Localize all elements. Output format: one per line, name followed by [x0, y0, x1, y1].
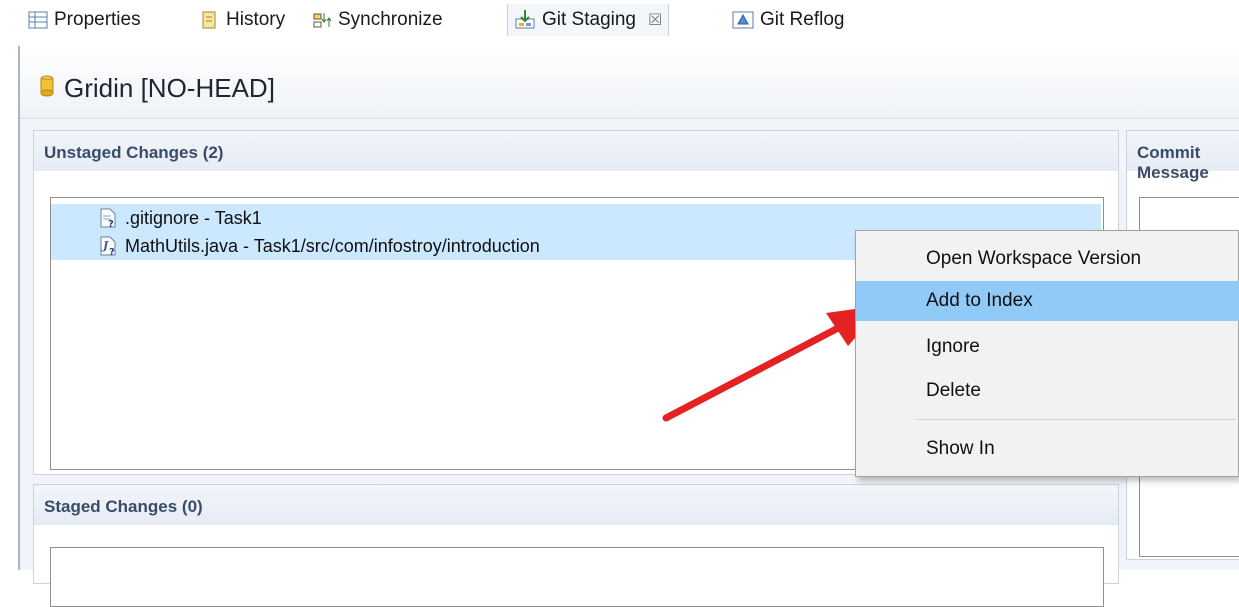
tab-git-reflog[interactable]: Git Reflog	[732, 4, 844, 36]
commit-section-header: Commit Message	[1127, 131, 1239, 182]
git-staging-icon	[514, 9, 536, 31]
file-label: .gitignore - Task1	[125, 207, 262, 228]
repository-icon	[40, 73, 54, 104]
menu-item-ignore[interactable]: Ignore	[856, 327, 1239, 367]
list-item[interactable]: ? .gitignore - Task1	[51, 204, 1101, 232]
history-icon	[200, 10, 220, 30]
close-tab-icon[interactable]: ☒	[648, 10, 662, 30]
menu-separator	[916, 419, 1236, 420]
staged-section-header: Staged Changes (0)	[34, 485, 1118, 525]
menu-item-add-to-index[interactable]: Add to Index	[856, 281, 1239, 321]
tab-properties[interactable]: Properties	[28, 4, 141, 36]
repository-title: Gridin [NO-HEAD]	[64, 73, 275, 103]
tab-label: Git Staging	[542, 9, 636, 30]
svg-text:?: ?	[109, 247, 115, 256]
staged-section-title: Staged Changes (0)	[44, 497, 203, 516]
properties-icon	[28, 11, 48, 29]
tab-git-staging[interactable]: Git Staging ☒	[507, 4, 670, 36]
untracked-file-icon: ?	[99, 208, 117, 228]
menu-item-delete[interactable]: Delete	[856, 371, 1239, 411]
menu-item-open-workspace-version[interactable]: Open Workspace Version	[856, 239, 1239, 279]
staged-file-list[interactable]	[50, 547, 1104, 607]
unstaged-section-header: Unstaged Changes (2)	[34, 131, 1118, 171]
svg-text:?: ?	[108, 219, 114, 228]
staged-changes-section: Staged Changes (0)	[33, 484, 1119, 607]
unstaged-section-title: Unstaged Changes (2)	[44, 143, 224, 162]
tab-synchronize[interactable]: Synchronize	[312, 4, 443, 36]
synchronize-icon	[312, 10, 332, 30]
tab-label: History	[226, 9, 286, 30]
context-menu: Open Workspace Version Add to Index Igno…	[855, 230, 1239, 477]
tab-history[interactable]: History	[200, 4, 285, 36]
tab-label: Git Reflog	[760, 9, 845, 30]
untracked-java-file-icon: J?	[99, 236, 117, 256]
view-tab-bar: Properties History Synchronize Git Stagi…	[0, 0, 1239, 46]
git-reflog-icon	[732, 10, 754, 30]
svg-text:J: J	[101, 239, 109, 252]
commit-section-title: Commit Message	[1137, 143, 1209, 182]
tab-label: Properties	[54, 9, 141, 30]
file-label: MathUtils.java - Task1/src/com/infostroy…	[125, 235, 540, 256]
menu-item-show-in[interactable]: Show In	[856, 429, 1239, 469]
view-title-bar: Gridin [NO-HEAD]	[20, 46, 1239, 119]
tab-label: Synchronize	[338, 9, 443, 30]
